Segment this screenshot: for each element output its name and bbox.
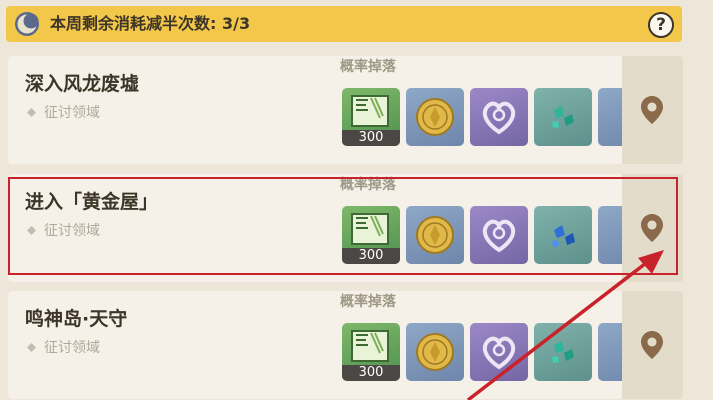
mora-coin-icon <box>416 98 454 136</box>
drop-item-mora[interactable] <box>406 206 464 264</box>
domain-card-1[interactable]: 深入风龙废墟 征讨领域 概率掉落 300 <box>8 56 683 164</box>
drops-label: 概率掉落 <box>340 177 396 193</box>
domain-type-label: 征讨领域 <box>44 105 100 121</box>
item-count: 300 <box>342 130 400 146</box>
weekly-discount-banner: 本周剩余消耗减半次数: 3/3 ? <box>6 6 682 42</box>
map-pin-icon <box>641 214 663 242</box>
drop-item-crystal[interactable] <box>534 88 592 146</box>
drop-item-emblem[interactable] <box>470 323 528 381</box>
domain-type-label: 征讨领域 <box>44 340 100 356</box>
domain-card-3[interactable]: 鸣神岛·天守 征讨领域 概率掉落 300 <box>8 291 683 399</box>
map-pin-icon <box>641 331 663 359</box>
drop-item-experience-book[interactable]: 300 <box>342 206 400 264</box>
mora-coin-icon <box>416 216 454 254</box>
drops-label: 概率掉落 <box>340 59 396 75</box>
locate-button[interactable] <box>622 56 683 164</box>
item-count: 300 <box>342 248 400 264</box>
drop-item-crystal[interactable] <box>534 323 592 381</box>
mora-coin-icon <box>416 333 454 371</box>
drop-item-emblem[interactable] <box>470 206 528 264</box>
diamond-icon <box>27 343 36 352</box>
diamond-icon <box>27 226 36 235</box>
domain-name: 进入「黄金屋」 <box>25 191 159 213</box>
teal-crystal-icon <box>552 341 574 363</box>
drop-item-mora[interactable] <box>406 323 464 381</box>
help-button[interactable]: ? <box>648 12 674 38</box>
drop-item-experience-book[interactable]: 300 <box>342 88 400 146</box>
moon-icon <box>15 12 39 36</box>
banner-text: 本周剩余消耗减半次数: 3/3 <box>50 14 251 33</box>
blue-crystal-icon <box>552 225 575 247</box>
diamond-icon <box>27 108 36 117</box>
domain-card-2[interactable]: 进入「黄金屋」 征讨领域 概率掉落 300 <box>8 174 683 282</box>
drop-item-emblem[interactable] <box>470 88 528 146</box>
domain-name: 深入风龙废墟 <box>25 73 140 95</box>
drop-item-experience-book[interactable]: 300 <box>342 323 400 381</box>
locate-button[interactable] <box>622 174 683 282</box>
drops-label: 概率掉落 <box>340 294 396 310</box>
map-pin-icon <box>641 96 663 124</box>
purple-heart-emblem-icon <box>482 101 516 135</box>
item-count: 300 <box>342 365 400 381</box>
domain-name: 鸣神岛·天守 <box>25 308 128 330</box>
teal-crystal-icon <box>552 106 574 128</box>
purple-heart-emblem-icon <box>482 336 516 370</box>
drop-item-crystal[interactable] <box>534 206 592 264</box>
locate-button[interactable] <box>622 291 683 399</box>
purple-heart-emblem-icon <box>482 219 516 253</box>
domain-type-label: 征讨领域 <box>44 223 100 239</box>
drop-item-mora[interactable] <box>406 88 464 146</box>
